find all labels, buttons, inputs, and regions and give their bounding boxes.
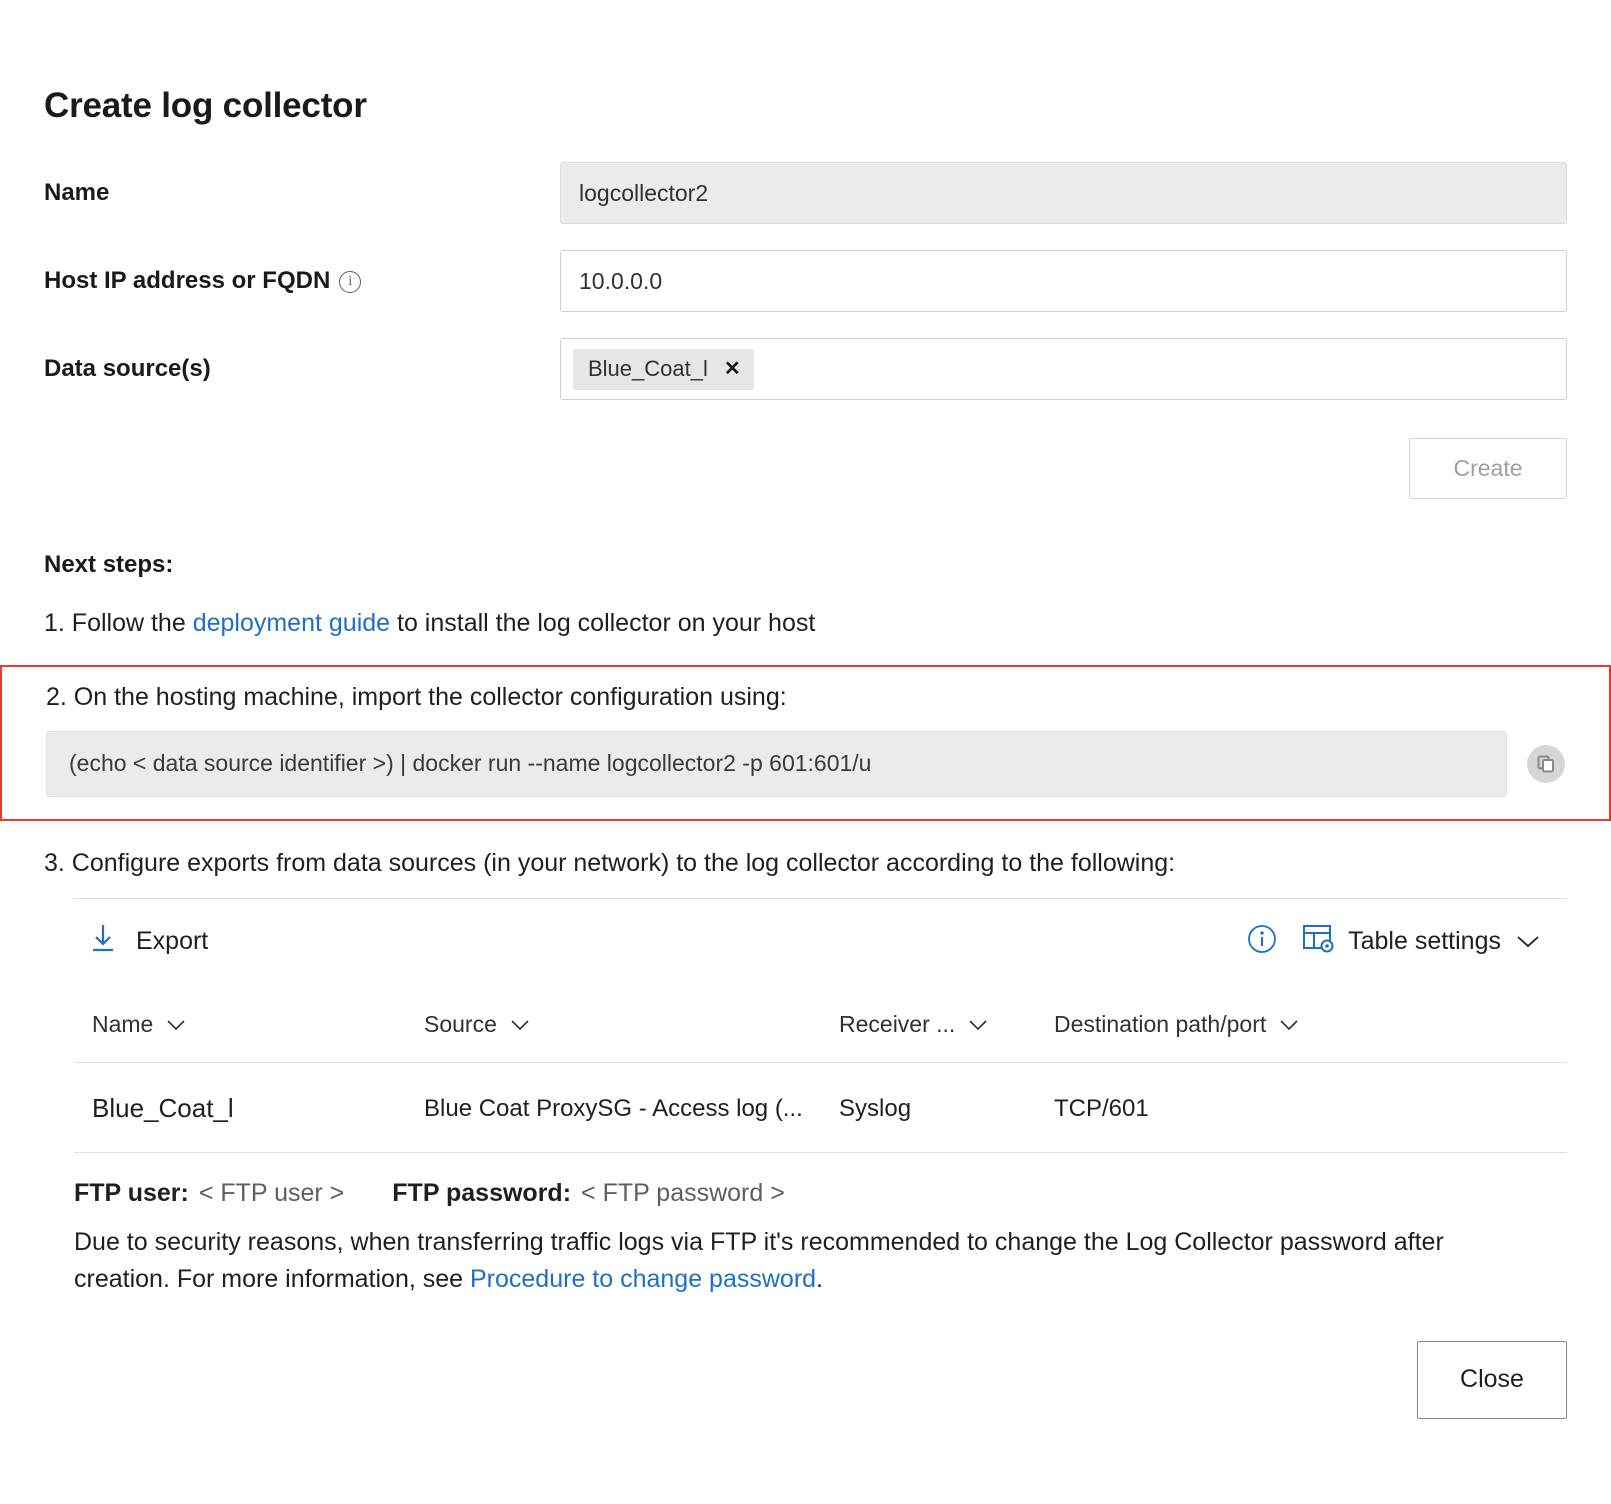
info-icon[interactable]: i [339, 271, 361, 293]
data-sources-input[interactable]: Blue_Coat_l ✕ [560, 338, 1567, 400]
column-header-name[interactable]: Name [74, 983, 424, 1063]
name-label: Name [44, 179, 560, 207]
data-sources-label-text: Data source(s) [44, 355, 211, 383]
step1-suffix: to install the log collector on your hos… [390, 609, 815, 637]
create-log-collector-dialog: Create log collector Name logcollector2 … [0, 0, 1611, 1504]
ftp-user-value: < FTP user > [199, 1179, 344, 1208]
security-note-suffix: . [816, 1265, 823, 1293]
exports-table: Name Source [74, 983, 1567, 1152]
step1-prefix: 1. Follow the [44, 609, 193, 637]
host-input[interactable]: 10.0.0.0 [560, 250, 1567, 312]
table-settings-label: Table settings [1348, 927, 1501, 956]
name-label-text: Name [44, 179, 109, 207]
column-header-destination[interactable]: Destination path/port [1054, 983, 1567, 1063]
form-row-name: Name logcollector2 [44, 162, 1567, 224]
chevron-down-icon [1278, 1011, 1300, 1038]
table-row[interactable]: Blue_Coat_l Blue Coat ProxySG - Access l… [74, 1063, 1567, 1153]
create-button-row: Create [44, 438, 1567, 499]
toolbar-right: Table settings [1246, 923, 1541, 960]
column-header-receiver-label: Receiver ... [839, 1011, 955, 1038]
chevron-down-icon [967, 1011, 989, 1038]
copy-icon[interactable] [1527, 745, 1565, 783]
info-circle-icon[interactable] [1246, 923, 1278, 960]
ftp-password-value: < FTP password > [581, 1179, 785, 1208]
name-input[interactable]: logcollector2 [560, 162, 1567, 224]
column-header-name-label: Name [92, 1011, 153, 1038]
close-icon[interactable]: ✕ [724, 359, 741, 379]
next-step-2: 2. On the hosting machine, import the co… [46, 681, 1565, 715]
form-row-data-sources: Data source(s) Blue_Coat_l ✕ [44, 338, 1567, 400]
cell-name: Blue_Coat_l [74, 1063, 424, 1153]
command-row: (echo < data source identifier >) | dock… [46, 731, 1565, 797]
column-header-destination-label: Destination path/port [1054, 1011, 1266, 1038]
toolbar-left: Export [90, 923, 208, 960]
cell-destination: TCP/601 [1054, 1063, 1567, 1153]
export-button[interactable]: Export [90, 923, 208, 960]
host-label: Host IP address or FQDN i [44, 267, 560, 295]
chevron-down-icon [165, 1011, 187, 1038]
table-header-row: Name Source [74, 983, 1567, 1063]
close-button[interactable]: Close [1417, 1341, 1567, 1419]
table-settings-button[interactable]: Table settings [1302, 923, 1541, 960]
exports-table-container: Export [74, 898, 1567, 1297]
page-title: Create log collector [44, 0, 1567, 126]
command-input[interactable]: (echo < data source identifier >) | dock… [46, 731, 1507, 797]
next-step-1: 1. Follow the deployment guide to instal… [44, 607, 1567, 641]
host-input-value: 10.0.0.0 [579, 268, 662, 295]
next-steps-heading: Next steps: [44, 551, 1567, 579]
command-text: (echo < data source identifier >) | dock… [69, 750, 871, 777]
data-source-tag-label: Blue_Coat_l [588, 356, 708, 382]
data-sources-label: Data source(s) [44, 355, 560, 383]
security-note: Due to security reasons, when transferri… [74, 1224, 1544, 1297]
table-toolbar: Export [74, 899, 1567, 983]
column-header-source-label: Source [424, 1011, 497, 1038]
deployment-guide-link[interactable]: deployment guide [193, 609, 390, 637]
close-button-row: Close [44, 1341, 1567, 1419]
host-label-text: Host IP address or FQDN [44, 267, 330, 295]
column-header-receiver[interactable]: Receiver ... [839, 983, 1054, 1063]
ftp-password-label: FTP password: [392, 1179, 571, 1208]
create-button[interactable]: Create [1409, 438, 1567, 499]
cell-source: Blue Coat ProxySG - Access log (... [424, 1063, 839, 1153]
name-input-value: logcollector2 [579, 180, 708, 207]
download-icon [90, 923, 116, 960]
data-source-tag[interactable]: Blue_Coat_l ✕ [573, 349, 754, 390]
ftp-credentials: FTP user: < FTP user > FTP password: < F… [74, 1152, 1567, 1208]
export-button-label: Export [136, 927, 208, 956]
change-password-link[interactable]: Procedure to change password [470, 1265, 816, 1293]
table-settings-icon [1302, 923, 1334, 960]
chevron-down-icon [1515, 927, 1541, 956]
chevron-down-icon [509, 1011, 531, 1038]
cell-receiver: Syslog [839, 1063, 1054, 1153]
column-header-source[interactable]: Source [424, 983, 839, 1063]
step2-highlight-box: 2. On the hosting machine, import the co… [0, 665, 1611, 821]
ftp-user-label: FTP user: [74, 1179, 189, 1208]
next-step-3: 3. Configure exports from data sources (… [44, 847, 1567, 881]
form-row-host: Host IP address or FQDN i 10.0.0.0 [44, 250, 1567, 312]
